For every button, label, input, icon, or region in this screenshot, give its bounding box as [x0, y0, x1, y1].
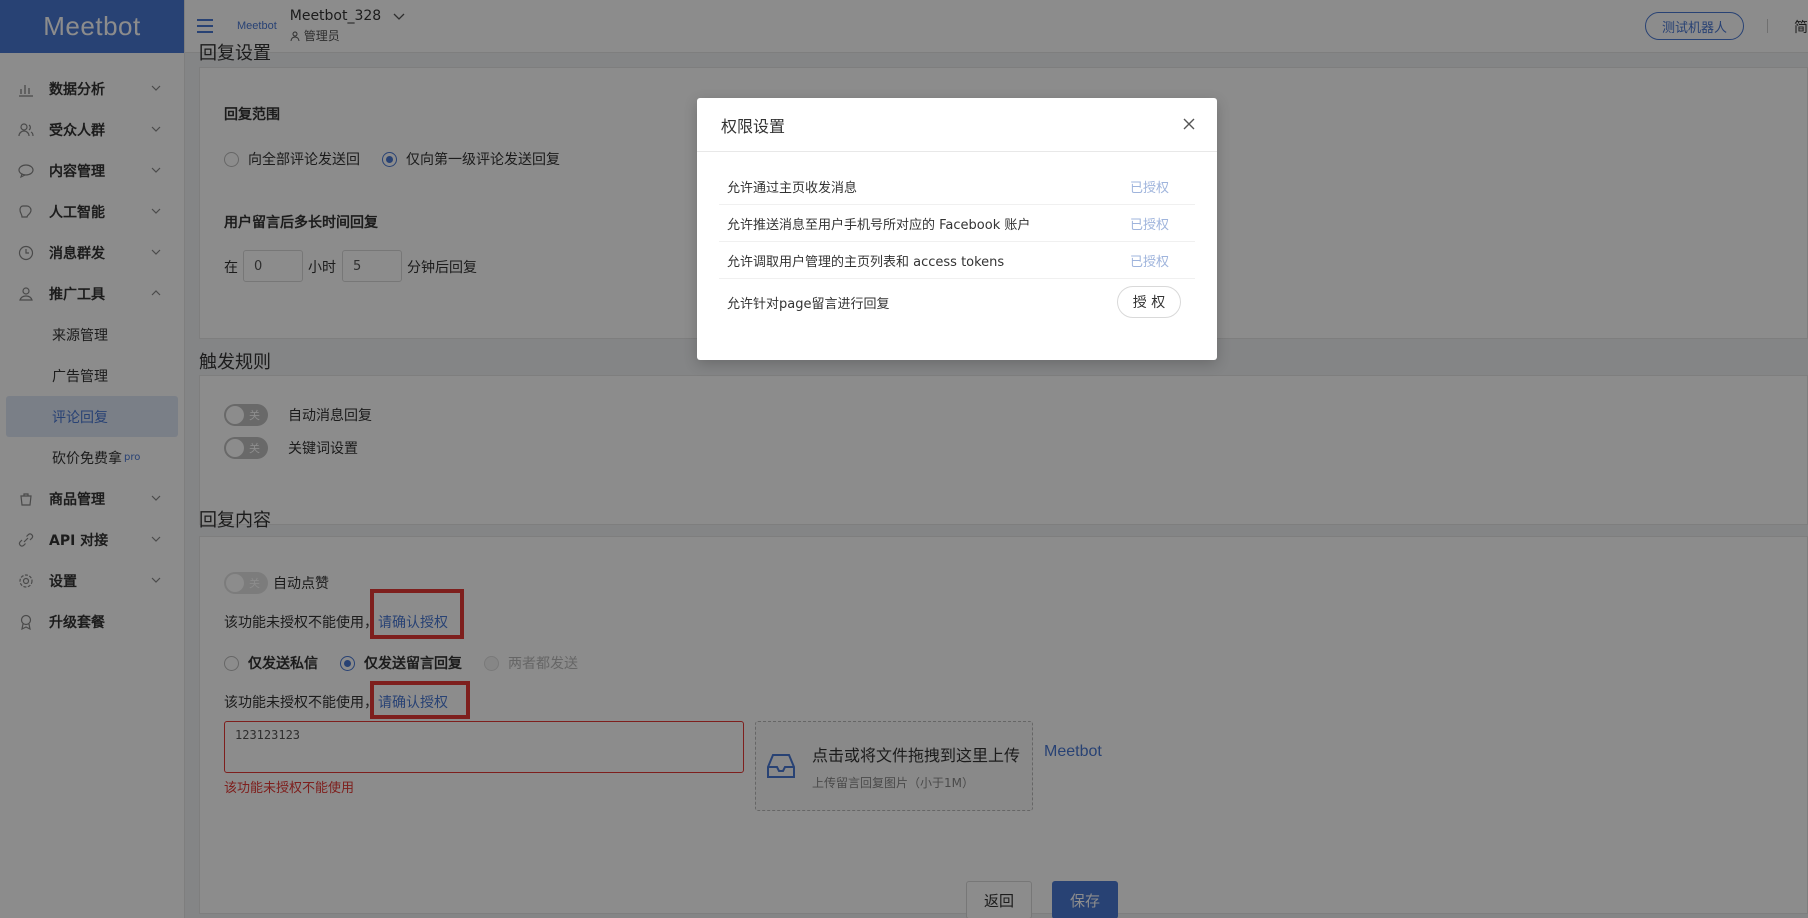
modal-header: 权限设置: [697, 98, 1217, 152]
permission-label: 允许针对page留言进行回复: [727, 296, 890, 312]
modal-title: 权限设置: [721, 116, 786, 136]
permission-status: 已授权: [1129, 217, 1169, 233]
permission-row: 允许通过主页收发消息 已授权: [719, 168, 1195, 205]
permission-status: 已授权: [1129, 254, 1169, 270]
permission-label: 允许推送消息至用户手机号所对应的 Facebook 账户: [727, 217, 1031, 233]
permission-row: 允许推送消息至用户手机号所对应的 Facebook 账户 已授权: [719, 205, 1195, 242]
permission-row: 允许调取用户管理的主页列表和 access tokens 已授权: [719, 242, 1195, 279]
permission-label: 允许通过主页收发消息: [727, 180, 858, 196]
permission-status: 已授权: [1129, 180, 1169, 196]
permission-modal: 权限设置 允许通过主页收发消息 已授权 允许推送消息至用户手机号所对应的 Fac…: [697, 98, 1217, 360]
permission-label: 允许调取用户管理的主页列表和 access tokens: [727, 254, 1005, 270]
permission-list: 允许通过主页收发消息 已授权 允许推送消息至用户手机号所对应的 Facebook…: [697, 152, 1217, 325]
authorize-button[interactable]: 授 权: [1117, 286, 1181, 318]
close-icon[interactable]: [1181, 116, 1197, 132]
permission-row: 允许针对page留言进行回复 授 权: [719, 279, 1195, 325]
